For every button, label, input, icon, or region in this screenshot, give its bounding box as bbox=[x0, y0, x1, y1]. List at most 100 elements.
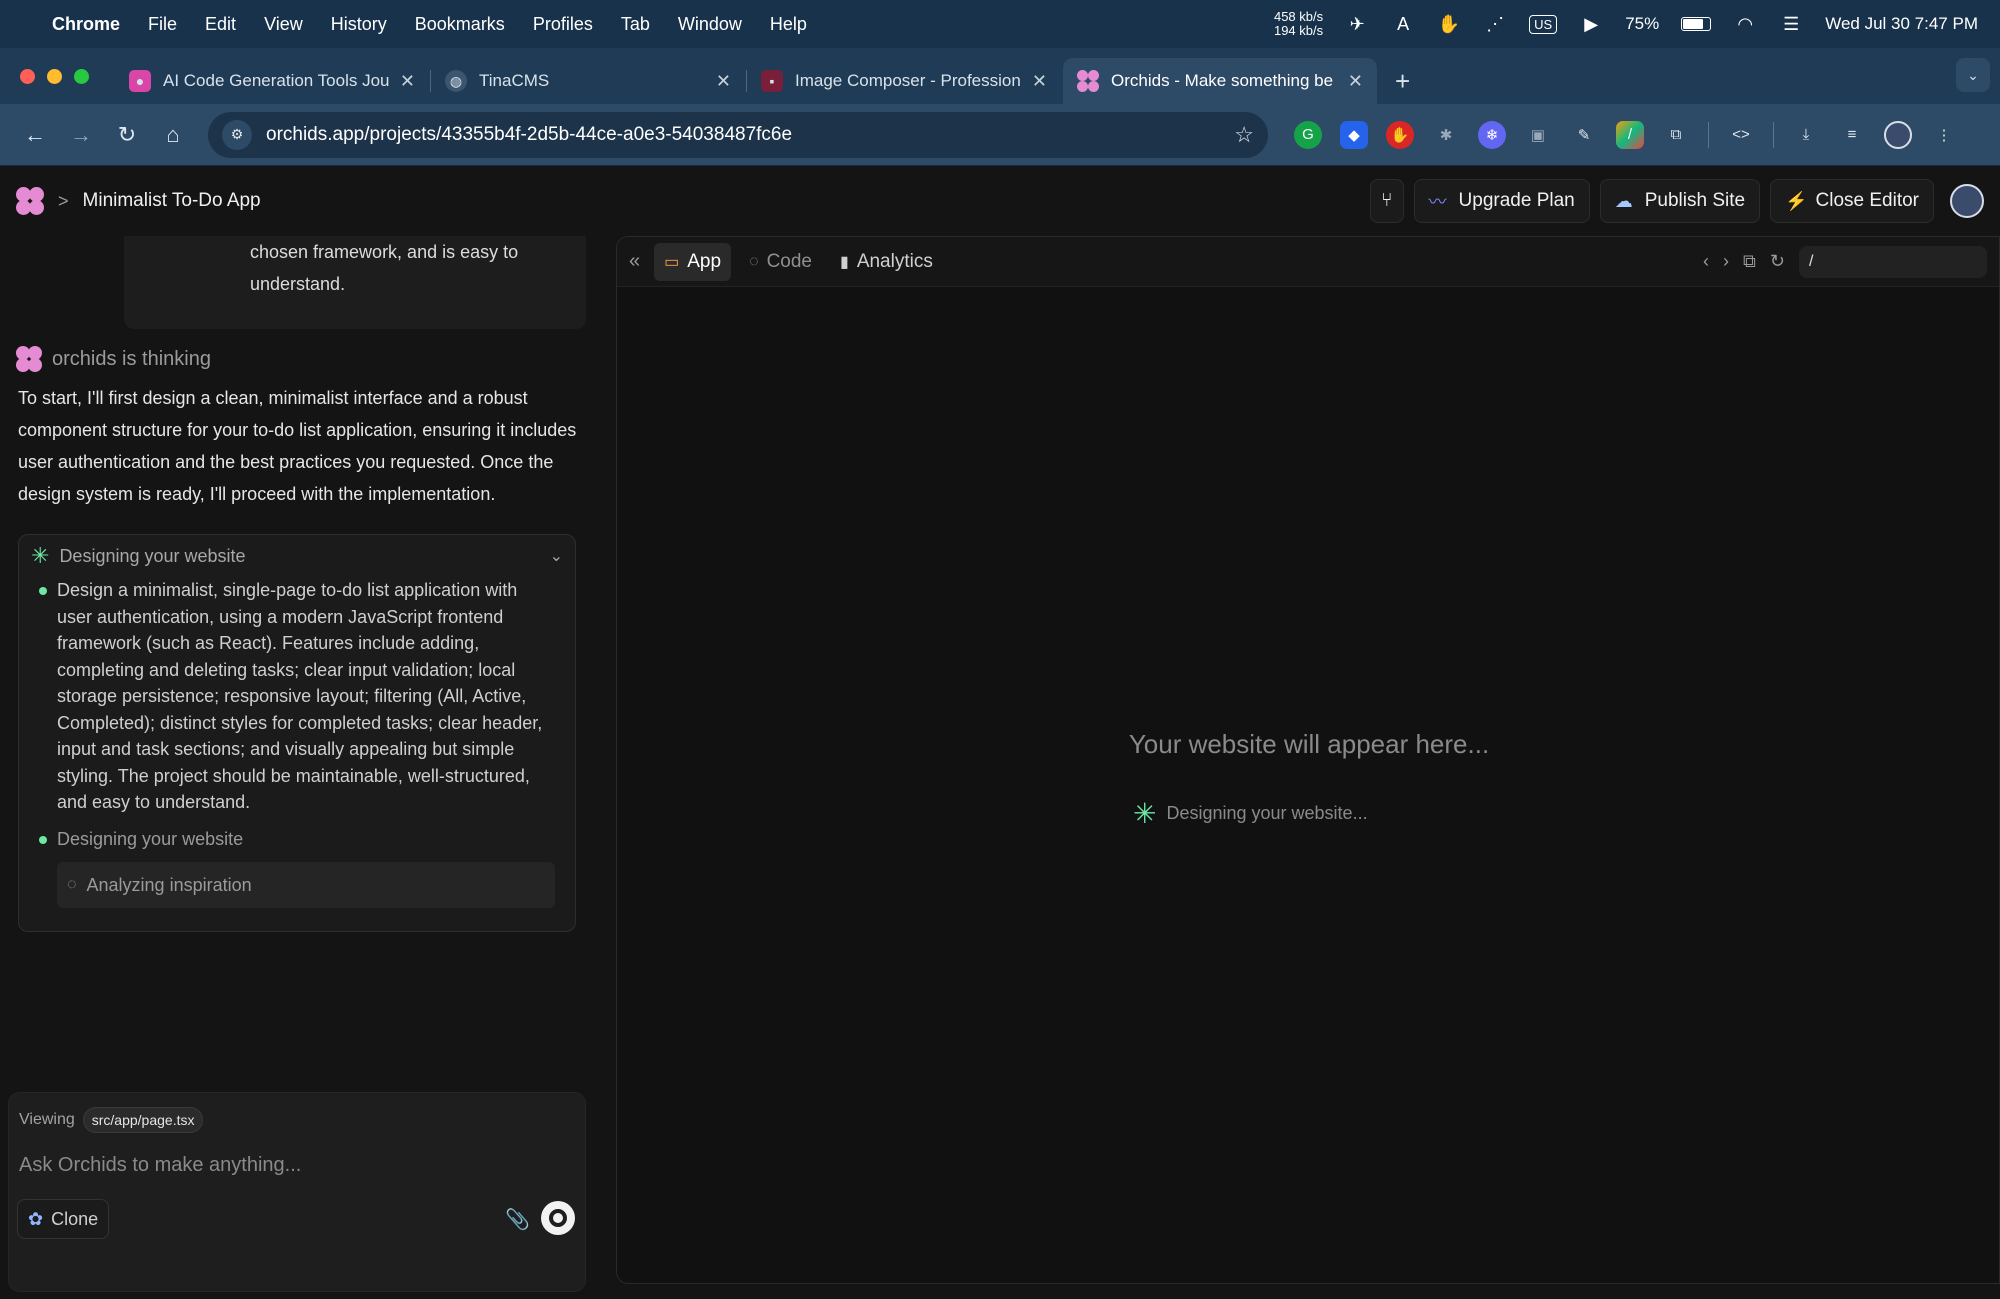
thinking-label: orchids is thinking bbox=[52, 347, 211, 370]
close-editor-button[interactable]: ⚡ Close Editor bbox=[1770, 179, 1934, 223]
color-picker-icon[interactable]: / bbox=[1616, 120, 1644, 149]
more-menu-icon[interactable]: ⋮ bbox=[1930, 121, 1958, 149]
browser-tab-image-composer[interactable]: ▪ Image Composer - Profession ✕ bbox=[747, 58, 1061, 104]
menu-file[interactable]: File bbox=[148, 14, 177, 35]
chat-composer: Viewing src/app/page.tsx ✿ Clone 📎 bbox=[8, 1092, 586, 1292]
browser-tab-ai-code[interactable]: ● AI Code Generation Tools Jou ✕ bbox=[115, 58, 431, 104]
menu-app-name[interactable]: Chrome bbox=[52, 14, 120, 35]
menu-history[interactable]: History bbox=[331, 14, 387, 35]
tab-analytics[interactable]: ▮ Analytics bbox=[830, 243, 943, 281]
upgrade-plan-button[interactable]: 〰 Upgrade Plan bbox=[1413, 179, 1590, 223]
tab-code[interactable]: ◌ Code bbox=[739, 243, 822, 281]
thinking-indicator: orchids is thinking bbox=[16, 346, 211, 372]
zoom-window-button[interactable] bbox=[74, 68, 89, 84]
dots-icon[interactable]: ⋰ bbox=[1483, 12, 1507, 36]
close-tab-icon[interactable]: ✕ bbox=[1348, 71, 1363, 92]
close-tab-icon[interactable]: ✕ bbox=[400, 71, 415, 92]
app-a-icon[interactable]: A bbox=[1391, 12, 1415, 36]
keyboard-layout[interactable]: US bbox=[1529, 14, 1558, 34]
stop-hand-icon[interactable]: ✋ bbox=[1386, 120, 1414, 149]
back-icon[interactable]: ← bbox=[18, 118, 52, 152]
menu-tab[interactable]: Tab bbox=[621, 14, 650, 35]
battery-icon[interactable] bbox=[1681, 17, 1712, 31]
publish-site-label: Publish Site bbox=[1644, 190, 1746, 211]
menu-window[interactable]: Window bbox=[678, 14, 742, 35]
hand-icon[interactable]: ✋ bbox=[1437, 12, 1461, 36]
reload-icon[interactable]: ↻ bbox=[110, 118, 144, 152]
home-icon[interactable]: ⌂ bbox=[156, 118, 190, 152]
collapse-icon[interactable]: « bbox=[629, 250, 640, 273]
send-button[interactable] bbox=[541, 1201, 575, 1235]
close-tab-icon[interactable]: ✕ bbox=[716, 71, 731, 92]
play-icon[interactable]: ▶ bbox=[1579, 12, 1603, 36]
window-controls bbox=[20, 48, 89, 104]
open-external-icon[interactable]: ⧉ bbox=[1743, 251, 1756, 272]
list-item: Design a minimalist, single-page to-do l… bbox=[19, 577, 575, 816]
bar-chart-icon: ▮ bbox=[840, 253, 849, 271]
address-bar[interactable]: ⚙ orchids.app/projects/43355b4f-2d5b-44c… bbox=[208, 111, 1268, 158]
menu-edit[interactable]: Edit bbox=[205, 14, 236, 35]
grammarly-icon[interactable]: G bbox=[1294, 120, 1322, 149]
tab-search-button[interactable]: ⌄ bbox=[1956, 58, 1990, 92]
menu-view[interactable]: View bbox=[264, 14, 303, 35]
tab-label: Orchids - Make something be bbox=[1111, 71, 1334, 90]
preview-path-input[interactable]: / bbox=[1799, 245, 1987, 278]
shield-icon[interactable]: ◆ bbox=[1340, 120, 1368, 149]
code-icon[interactable]: <> bbox=[1727, 121, 1755, 149]
file-pill[interactable]: src/app/page.tsx bbox=[82, 1107, 204, 1133]
rocket-icon[interactable]: ✈ bbox=[1345, 12, 1369, 36]
clone-icon: ✿ bbox=[28, 1208, 44, 1229]
preview-forward-icon[interactable]: › bbox=[1723, 251, 1729, 272]
menu-profiles[interactable]: Profiles bbox=[533, 14, 593, 35]
tab-analytics-label: Analytics bbox=[856, 250, 933, 272]
progress-card-header[interactable]: ✳ Designing your website ⌄ bbox=[19, 535, 575, 577]
site-settings-icon[interactable]: ⚙ bbox=[222, 119, 252, 150]
clone-button[interactable]: ✿ Clone bbox=[17, 1199, 110, 1239]
user-message-text: chosen framework, and is easy to underst… bbox=[250, 242, 519, 294]
preview-back-icon[interactable]: ‹ bbox=[1703, 251, 1709, 272]
bug-icon[interactable]: ✱ bbox=[1432, 121, 1460, 149]
snowflake-icon[interactable]: ❄ bbox=[1478, 120, 1506, 149]
browser-tab-orchids[interactable]: Orchids - Make something be ✕ bbox=[1063, 58, 1377, 104]
media-queue-icon[interactable]: ≡ bbox=[1838, 121, 1866, 149]
user-avatar[interactable] bbox=[1950, 184, 1984, 218]
prompt-input[interactable] bbox=[19, 1145, 569, 1185]
green-dot-icon bbox=[39, 835, 47, 844]
orchids-logo[interactable] bbox=[16, 187, 44, 215]
download-icon[interactable]: ⤓ bbox=[1792, 121, 1820, 149]
forward-icon[interactable]: → bbox=[64, 118, 98, 152]
battery-percent: 75% bbox=[1625, 14, 1660, 33]
eyedropper-icon[interactable]: ✎ bbox=[1570, 121, 1598, 149]
project-name[interactable]: Minimalist To-Do App bbox=[83, 190, 261, 212]
globe-icon: ◍ bbox=[445, 70, 467, 92]
close-tab-icon[interactable]: ✕ bbox=[1032, 71, 1047, 92]
url-text[interactable]: orchids.app/projects/43355b4f-2d5b-44ce-… bbox=[266, 124, 1234, 146]
browser-tab-tinacms[interactable]: ◍ TinaCMS ✕ bbox=[431, 58, 747, 104]
macos-menu-bar: Chrome File Edit View History Bookmarks … bbox=[0, 0, 2000, 48]
loading-spinner-icon: ◌ bbox=[67, 876, 77, 893]
chevron-down-icon[interactable]: ⌄ bbox=[550, 546, 563, 566]
menubar-clock[interactable]: Wed Jul 30 7:47 PM bbox=[1825, 14, 1978, 34]
wifi-icon[interactable]: ◠ bbox=[1733, 12, 1757, 36]
profile-avatar[interactable] bbox=[1884, 120, 1912, 149]
tab-app[interactable]: ▭ App bbox=[654, 242, 732, 281]
control-center-icon[interactable]: ☰ bbox=[1779, 12, 1803, 36]
app-header: > Minimalist To-Do App ⑂ 〰 Upgrade Plan … bbox=[0, 166, 2000, 236]
asterisk-icon: ✳ bbox=[1133, 798, 1157, 829]
network-speed[interactable]: 458 kb/s 194 kb/s bbox=[1274, 10, 1323, 38]
menu-bookmarks[interactable]: Bookmarks bbox=[415, 14, 505, 35]
list-item-text: Designing your website bbox=[57, 828, 244, 849]
bookmark-star-icon[interactable]: ☆ bbox=[1234, 122, 1254, 148]
chat-icon: ● bbox=[129, 70, 151, 92]
close-window-button[interactable] bbox=[20, 68, 35, 84]
refresh-icon[interactable]: ↻ bbox=[1770, 251, 1785, 272]
wave-icon: 〰 bbox=[1428, 192, 1447, 212]
paperclip-icon[interactable]: 📎 bbox=[505, 1207, 530, 1232]
minimize-window-button[interactable] bbox=[47, 68, 62, 84]
menu-help[interactable]: Help bbox=[770, 14, 807, 35]
git-branch-button[interactable]: ⑂ bbox=[1370, 179, 1404, 223]
dotted-square-icon[interactable]: ▣ bbox=[1524, 121, 1552, 149]
new-tab-button[interactable]: + bbox=[1379, 58, 1426, 104]
publish-site-button[interactable]: ☁ Publish Site bbox=[1599, 179, 1761, 223]
puzzle-icon[interactable]: ⧉ bbox=[1662, 121, 1690, 149]
